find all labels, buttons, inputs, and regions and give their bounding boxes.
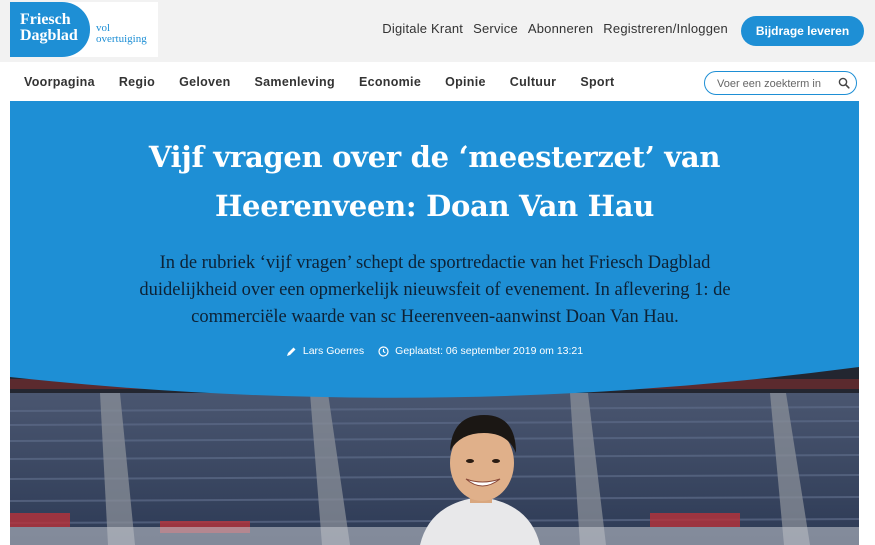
nav-item-voorpagina[interactable]: Voorpagina [24, 75, 95, 89]
article-title-line2: Heerenveen: Doan Van Hau [214, 189, 655, 223]
nav-item-opinie[interactable]: Opinie [445, 75, 486, 89]
publish-info: Geplaatst: 06 september 2019 om 13:21 [378, 345, 583, 357]
article-hero-image [10, 363, 859, 545]
top-bar: Friesch Dagblad vol overtuiging Digitale… [0, 0, 875, 62]
nav-item-sport[interactable]: Sport [580, 75, 614, 89]
article-meta: Lars Goerres Geplaatst: 06 september 201… [10, 345, 859, 357]
article-lead-line1: In de rubriek ‘vijf vragen’ schept de sp… [159, 253, 711, 273]
search-input[interactable] [717, 76, 835, 91]
top-link-service[interactable]: Service [473, 21, 518, 36]
article-title: Vijf vragen over de ‘meesterzet’ van Hee… [10, 133, 859, 231]
top-link-abonneren[interactable]: Abonneren [528, 21, 593, 36]
top-link-digitale-krant[interactable]: Digitale Krant [382, 21, 463, 36]
search-box [704, 71, 857, 95]
logo-tagline-line2: overtuiging [96, 33, 147, 45]
article-title-line1: Vijf vragen over de ‘meesterzet’ van [148, 140, 721, 174]
author-info: Lars Goerres [286, 345, 364, 357]
donate-button[interactable]: Bijdrage leveren [741, 16, 864, 46]
article-lead-line2: duidelijkheid over een opmerkelijk nieuw… [139, 280, 731, 300]
nav-item-regio[interactable]: Regio [119, 75, 155, 89]
logo-tagline: vol overtuiging [90, 2, 147, 57]
nav-item-samenleving[interactable]: Samenleving [255, 75, 335, 89]
top-links: Digitale Krant Service Abonneren Registr… [382, 21, 728, 36]
pen-icon [286, 347, 296, 356]
article-lead: In de rubriek ‘vijf vragen’ schept de sp… [130, 250, 740, 331]
nav-items: Voorpagina Regio Geloven Samenleving Eco… [24, 75, 638, 89]
article-hero: Vijf vragen over de ‘meesterzet’ van Hee… [10, 101, 859, 545]
article-lead-line3: commerciële waarde van sc Heerenveen-aan… [191, 307, 679, 327]
nav-item-economie[interactable]: Economie [359, 75, 421, 89]
logo-name-line2: Dagblad [20, 27, 78, 44]
search-icon[interactable] [838, 77, 850, 89]
logo-wordmark: Friesch Dagblad [10, 2, 90, 57]
main-nav: Voorpagina Regio Geloven Samenleving Eco… [10, 62, 864, 101]
top-link-registreren-inloggen[interactable]: Registreren/Inloggen [603, 21, 728, 36]
clock-icon [378, 345, 389, 357]
author-name[interactable]: Lars Goerres [303, 345, 364, 357]
nav-item-geloven[interactable]: Geloven [179, 75, 230, 89]
publish-date: Geplaatst: 06 september 2019 om 13:21 [395, 345, 584, 357]
logo-name-line1: Friesch [20, 11, 71, 28]
site-logo[interactable]: Friesch Dagblad vol overtuiging [10, 2, 158, 57]
nav-item-cultuur[interactable]: Cultuur [510, 75, 557, 89]
